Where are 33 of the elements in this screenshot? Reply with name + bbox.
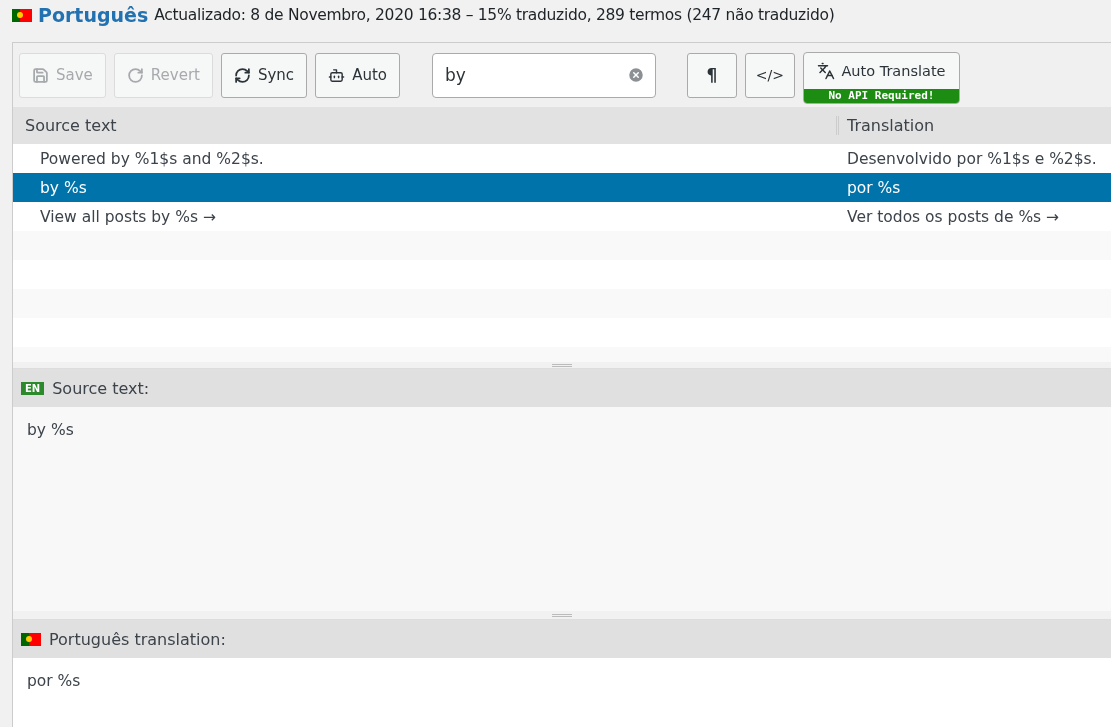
flag-icon [21, 632, 41, 646]
column-header[interactable]: Translation [836, 116, 1111, 135]
language-badge: EN [21, 381, 45, 395]
search-field[interactable]: by [431, 52, 656, 98]
translate-icon [817, 62, 836, 80]
resize-handle[interactable] [552, 613, 572, 617]
translation-field[interactable]: por %s [13, 658, 1111, 727]
auto-translate-button[interactable]: Auto Translate No API Required! [802, 52, 960, 104]
flag-icon [12, 8, 32, 22]
string-row[interactable]: Powered by %1$s and %2$s. Desenvolvido por %1$s e %2$s. [13, 144, 1111, 173]
code-button[interactable]: </> [744, 52, 795, 98]
sync-icon [233, 66, 251, 84]
translation-cell-text: Desenvolvido por %1$s e %2$s. [847, 149, 1098, 168]
status-text: Actualizado: 8 de Novembro, 2020 16:38 – 15% traduzido, 289 termos (247 não traduzido) [154, 6, 835, 24]
translation-cell-text: por %s [847, 178, 902, 197]
translation-cell-text: Ver todos os posts de %s → [847, 207, 1061, 226]
source-cell-text: View all posts by %s → [39, 207, 217, 226]
sync-button[interactable]: Sync [220, 52, 308, 98]
rotate-icon [126, 66, 144, 84]
string-row[interactable]: View all posts by %s → Ver todos os posts de %s → [13, 202, 1111, 231]
source-cell-text: Powered by %1$s and %2$s. [39, 149, 265, 168]
resize-handle[interactable] [552, 363, 572, 367]
pilcrow-button[interactable]: ¶ [686, 52, 737, 98]
source-cell-text: by %s [39, 178, 88, 197]
source-text-area: by %s [13, 407, 1111, 611]
no-api-badge: No API Required! [803, 89, 959, 103]
column-header[interactable]: Source text [13, 116, 836, 135]
string-row[interactable]: by %s por %s [13, 173, 1111, 202]
language-title: Português [38, 4, 149, 26]
robot-icon [328, 66, 346, 84]
auto-button[interactable]: Auto [315, 52, 400, 98]
panel-title: Português translation: [49, 629, 226, 649]
panel-title: Source text: [52, 378, 150, 398]
